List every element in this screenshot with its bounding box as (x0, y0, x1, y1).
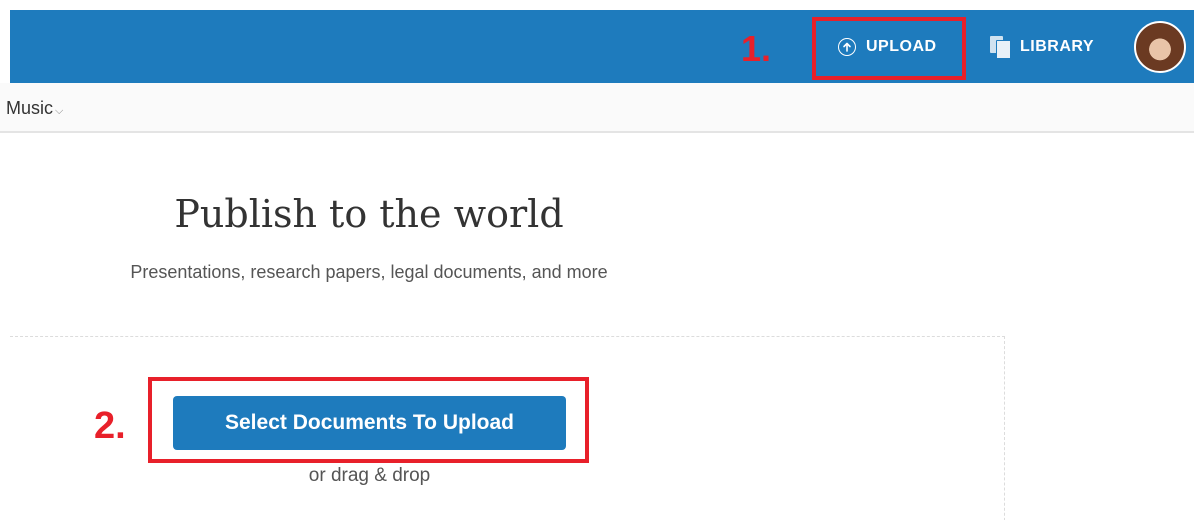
drag-drop-hint: or drag & drop (308, 465, 431, 486)
user-avatar[interactable] (1134, 21, 1186, 73)
library-nav-button[interactable]: LIBRARY (990, 33, 1094, 61)
step-1-highlight-box (812, 17, 966, 80)
category-music-dropdown[interactable]: Music ⌵ (6, 98, 63, 119)
select-documents-button[interactable]: Select Documents To Upload (173, 396, 566, 450)
library-nav-label: LIBRARY (1020, 38, 1095, 55)
category-music-label: Music (6, 98, 54, 118)
step-2-marker: 2. (94, 405, 126, 447)
chevron-down-icon: ⌵ (55, 105, 64, 117)
page: UPLOAD LIBRARY 1. Music ⌵ Publish to the … (0, 0, 1194, 520)
page-title: Publish to the world (174, 192, 564, 236)
page-subtitle: Presentations, research papers, legal do… (130, 262, 608, 282)
step-1-marker: 1. (741, 28, 772, 69)
category-bar: Music ⌵ (0, 83, 1194, 133)
library-documents-icon (990, 36, 1012, 59)
